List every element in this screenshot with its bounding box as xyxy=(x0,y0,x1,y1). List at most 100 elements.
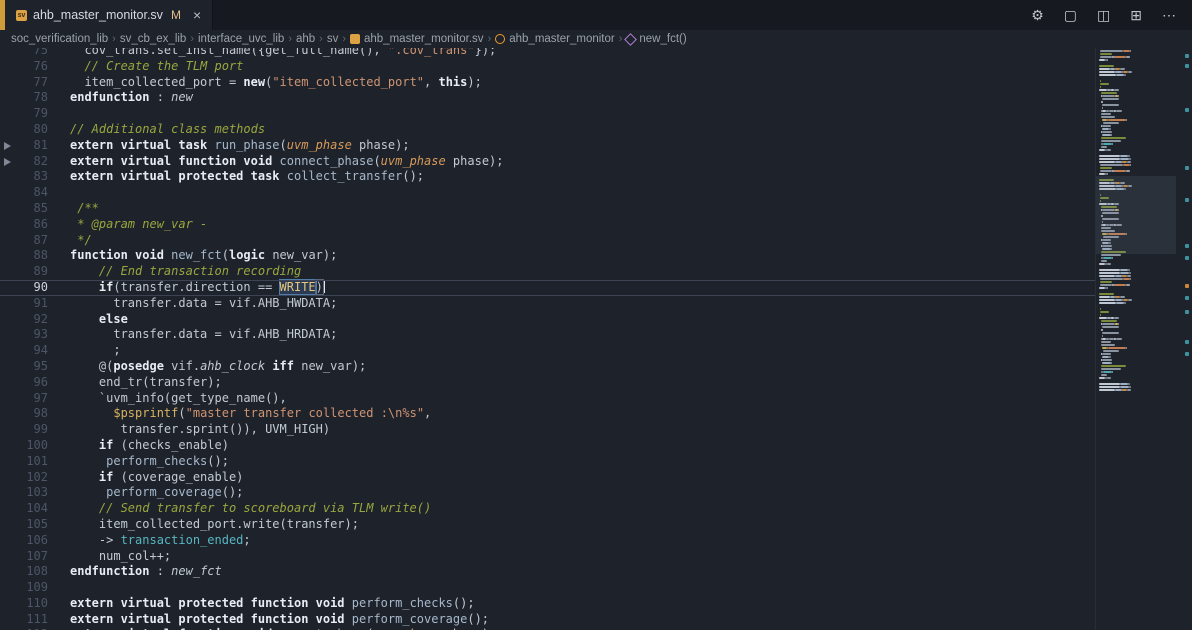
glyph-margin[interactable] xyxy=(0,233,18,249)
code-line[interactable]: 106 -> transaction_ended; xyxy=(0,533,1095,549)
code-line[interactable]: 97 `uvm_info(get_type_name(), xyxy=(0,391,1095,407)
line-number[interactable]: 106 xyxy=(18,533,48,549)
line-number[interactable]: 96 xyxy=(18,375,48,391)
glyph-margin[interactable] xyxy=(0,391,18,407)
breadcrumb-item-sv[interactable]: sv xyxy=(326,33,340,45)
glyph-margin[interactable] xyxy=(0,106,18,122)
line-number[interactable]: 76 xyxy=(18,59,48,75)
breadcrumb-item-ahb[interactable]: ahb xyxy=(295,33,316,45)
line-number[interactable]: 110 xyxy=(18,596,48,612)
more-actions-icon[interactable]: ⋯ xyxy=(1162,8,1176,22)
line-number[interactable]: 87 xyxy=(18,233,48,249)
glyph-margin[interactable] xyxy=(0,549,18,565)
code-line[interactable]: 107 num_col++; xyxy=(0,549,1095,565)
glyph-margin[interactable] xyxy=(0,359,18,375)
breadcrumb-item-ahb-master-monitor-sv[interactable]: ahb_master_monitor.sv xyxy=(349,33,485,45)
line-number[interactable]: 111 xyxy=(18,612,48,628)
code-line[interactable]: 76 // Create the TLM port xyxy=(0,59,1095,75)
line-number[interactable]: 93 xyxy=(18,327,48,343)
glyph-margin[interactable] xyxy=(0,90,18,106)
code-line[interactable]: 75 cov_trans.set_inst_name({get_full_nam… xyxy=(0,48,1095,59)
line-number[interactable]: 89 xyxy=(18,264,48,280)
code-line[interactable]: 93 transfer.data = vif.AHB_HRDATA; xyxy=(0,327,1095,343)
line-number[interactable]: 75 xyxy=(18,48,48,59)
line-number[interactable]: 77 xyxy=(18,75,48,91)
glyph-margin[interactable] xyxy=(0,138,18,154)
code-line[interactable]: 81extern virtual task run_phase(uvm_phas… xyxy=(0,138,1095,154)
code-line[interactable]: 100 if (checks_enable) xyxy=(0,438,1095,454)
code-line[interactable]: 84 xyxy=(0,185,1095,201)
line-number[interactable]: 102 xyxy=(18,470,48,486)
line-number[interactable]: 90 xyxy=(18,280,48,296)
glyph-margin[interactable] xyxy=(0,580,18,596)
code-line[interactable]: 102 if (coverage_enable) xyxy=(0,470,1095,486)
code-line[interactable]: 103 perform_coverage(); xyxy=(0,485,1095,501)
line-number[interactable]: 98 xyxy=(18,406,48,422)
glyph-margin[interactable] xyxy=(0,612,18,628)
code-line[interactable]: 89 // End transaction recording xyxy=(0,264,1095,280)
glyph-margin[interactable] xyxy=(0,406,18,422)
glyph-margin[interactable] xyxy=(0,454,18,470)
code-editor[interactable]: 75 cov_trans.set_inst_name({get_full_nam… xyxy=(0,48,1192,630)
code-line[interactable]: 95 @(posedge vif.ahb_clock iff new_var); xyxy=(0,359,1095,375)
glyph-margin[interactable] xyxy=(0,59,18,75)
code-line[interactable]: 96 end_tr(transfer); xyxy=(0,375,1095,391)
line-number[interactable]: 86 xyxy=(18,217,48,233)
line-number[interactable]: 80 xyxy=(18,122,48,138)
glyph-margin[interactable] xyxy=(0,470,18,486)
open-preview-icon[interactable]: ▢ xyxy=(1064,8,1077,22)
breadcrumb-item-interface-uvc-lib[interactable]: interface_uvc_lib xyxy=(197,33,285,45)
minimap-viewport[interactable] xyxy=(1096,176,1176,254)
glyph-margin[interactable] xyxy=(0,217,18,233)
breadcrumb-item-soc-verification-lib[interactable]: soc_verification_lib xyxy=(10,33,109,45)
glyph-margin[interactable] xyxy=(0,517,18,533)
glyph-margin[interactable] xyxy=(0,327,18,343)
line-number[interactable]: 109 xyxy=(18,580,48,596)
glyph-margin[interactable] xyxy=(0,169,18,185)
code-line[interactable]: 87 */ xyxy=(0,233,1095,249)
line-number[interactable]: 94 xyxy=(18,343,48,359)
glyph-margin[interactable] xyxy=(0,154,18,170)
breadcrumb-item-new-fct-[interactable]: new_fct() xyxy=(625,33,687,45)
breadcrumb-item-sv-cb-ex-lib[interactable]: sv_cb_ex_lib xyxy=(119,33,187,45)
code-line[interactable]: 91 transfer.data = vif.AHB_HWDATA; xyxy=(0,296,1095,312)
line-number[interactable]: 99 xyxy=(18,422,48,438)
settings-gear-icon[interactable]: ⚙ xyxy=(1031,8,1044,22)
code-line[interactable]: 101 perform_checks(); xyxy=(0,454,1095,470)
glyph-margin[interactable] xyxy=(0,280,18,296)
split-editor-icon[interactable]: ◫ xyxy=(1097,8,1110,22)
code-line[interactable]: 79 xyxy=(0,106,1095,122)
glyph-margin[interactable] xyxy=(0,485,18,501)
line-number[interactable]: 91 xyxy=(18,296,48,312)
line-number[interactable]: 95 xyxy=(18,359,48,375)
overview-ruler[interactable] xyxy=(1176,48,1192,630)
glyph-margin[interactable] xyxy=(0,48,18,59)
code-line[interactable]: 77 item_collected_port = new("item_colle… xyxy=(0,75,1095,91)
line-number[interactable]: 100 xyxy=(18,438,48,454)
line-number[interactable]: 92 xyxy=(18,312,48,328)
line-number[interactable]: 85 xyxy=(18,201,48,217)
glyph-margin[interactable] xyxy=(0,375,18,391)
minimap[interactable] xyxy=(1095,48,1176,630)
glyph-margin[interactable] xyxy=(0,312,18,328)
glyph-margin[interactable] xyxy=(0,564,18,580)
glyph-margin[interactable] xyxy=(0,201,18,217)
code-line[interactable]: 83extern virtual protected task collect_… xyxy=(0,169,1095,185)
code-line[interactable]: 104 // Send transfer to scoreboard via T… xyxy=(0,501,1095,517)
glyph-margin[interactable] xyxy=(0,343,18,359)
line-number[interactable]: 104 xyxy=(18,501,48,517)
glyph-margin[interactable] xyxy=(0,296,18,312)
line-number[interactable]: 84 xyxy=(18,185,48,201)
tab-ahb-master-monitor[interactable]: sv ahb_master_monitor.sv M × xyxy=(5,0,213,30)
glyph-margin[interactable] xyxy=(0,596,18,612)
line-number[interactable]: 97 xyxy=(18,391,48,407)
line-number[interactable]: 107 xyxy=(18,549,48,565)
glyph-margin[interactable] xyxy=(0,501,18,517)
line-number[interactable]: 83 xyxy=(18,169,48,185)
glyph-margin[interactable] xyxy=(0,122,18,138)
code-line[interactable]: 92 else xyxy=(0,312,1095,328)
code-line[interactable]: 98 $psprintf("master transfer collected … xyxy=(0,406,1095,422)
line-number[interactable]: 105 xyxy=(18,517,48,533)
code-line[interactable]: 109 xyxy=(0,580,1095,596)
line-number[interactable]: 103 xyxy=(18,485,48,501)
